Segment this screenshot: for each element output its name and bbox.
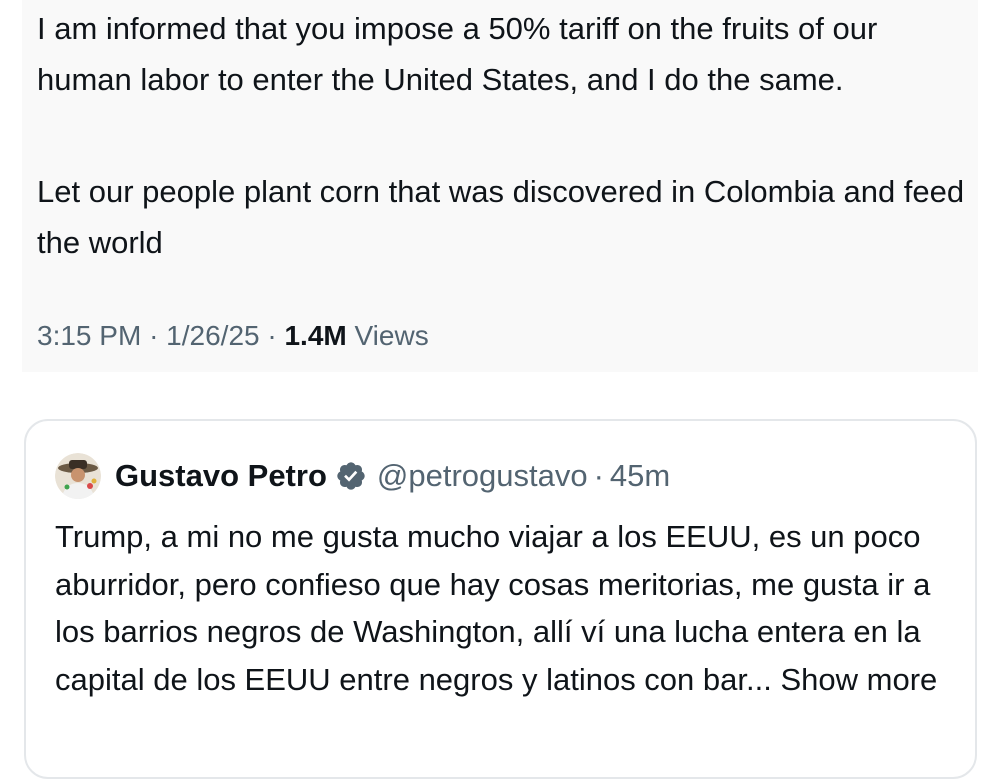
header-separator: · (593, 458, 604, 493)
quote-time[interactable]: 45m (610, 458, 670, 494)
views-label[interactable]: Views (355, 320, 429, 351)
tweet-date[interactable]: 1/26/25 (166, 320, 259, 351)
show-more-link[interactable]: Show more (780, 662, 937, 697)
tweet-paragraph: Let our people plant corn that was disco… (37, 174, 965, 260)
tweet-time[interactable]: 3:15 PM (37, 320, 141, 351)
meta-separator: · (149, 320, 159, 351)
meta-separator: · (267, 320, 277, 351)
tweet-paragraph: I am informed that you impose a 50% tari… (37, 11, 878, 97)
avatar-image (55, 453, 101, 499)
display-name[interactable]: Gustavo Petro (115, 458, 327, 494)
views-count[interactable]: 1.4M (284, 320, 346, 351)
tweet-meta: 3:15 PM · 1/26/25 · 1.4M Views (37, 318, 429, 354)
main-tweet: I am informed that you impose a 50% tari… (22, 0, 978, 372)
quoted-tweet-card[interactable]: Gustavo Petro @petrogustavo · 45m Trump,… (24, 419, 977, 779)
verified-badge-icon (335, 460, 367, 492)
user-handle[interactable]: @petrogustavo (377, 458, 588, 494)
quote-header: Gustavo Petro @petrogustavo · 45m (55, 453, 670, 499)
quote-text: Trump, a mi no me gusta mucho viajar a l… (55, 513, 955, 703)
avatar[interactable] (55, 453, 101, 499)
